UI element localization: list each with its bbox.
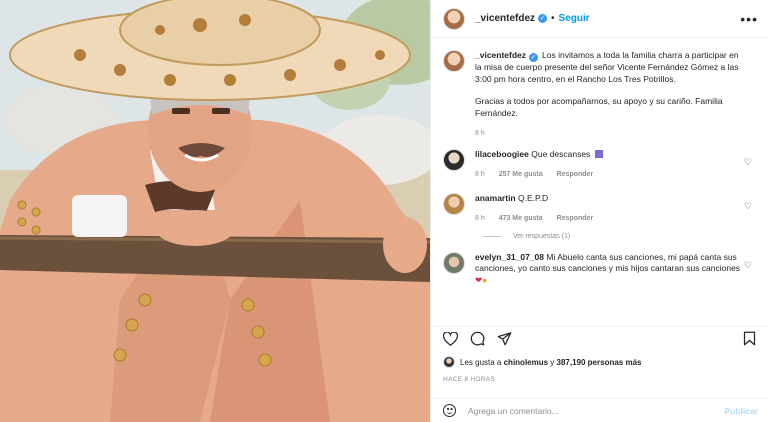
comment-like-icon[interactable]: ♡ (744, 157, 752, 168)
add-comment-bar: Agrega un comentario... Publicar (431, 398, 768, 422)
comment-item: evelyn_31_07_08 Mi Abuelo canta sus canc… (443, 251, 758, 287)
comment-item: anamartin Q.E.P.D 8 h 473 Me gusta Respo… (443, 192, 758, 225)
view-replies-label: Ver respuestas (1) (513, 232, 571, 240)
caption-text-2: Gracias a todos por acompañarnos, su apo… (475, 96, 723, 118)
caption-time[interactable]: 8 h (475, 130, 485, 137)
comment-avatar[interactable] (443, 148, 465, 171)
comment-avatar[interactable] (443, 192, 465, 215)
comment-like-icon[interactable]: ♡ (744, 201, 752, 212)
cross-emoji-icon (594, 149, 603, 158)
save-icon[interactable] (743, 331, 756, 346)
likes-summary[interactable]: Les gusta a chinolemus y 387,190 persona… (443, 356, 641, 368)
comment-likes[interactable]: 257 Me gusta (499, 171, 543, 178)
caption-text-block: _vicentefdez ✓ Los invitamos a toda la fam… (475, 50, 758, 140)
comments-list[interactable]: _vicentefdez ✓ Los invitamos a toda la fam… (443, 50, 758, 326)
verified-icon: ✓ (529, 53, 539, 62)
post-photo[interactable] (0, 0, 430, 422)
share-icon[interactable] (497, 331, 512, 346)
comment-text-block: lilaceboogiee Que descanses 8 h 257 Me g… (475, 149, 758, 181)
comment-username[interactable]: evelyn_31_07_08 (475, 252, 544, 262)
liker-username[interactable]: chinolemus (504, 358, 548, 367)
comment-time[interactable]: 8 h (475, 171, 485, 178)
caption: _vicentefdez ✓ Los invitamos a toda la fam… (443, 50, 758, 140)
reply-button[interactable]: Responder (557, 215, 594, 222)
author-username[interactable]: _vicentefdez (475, 13, 535, 24)
emoji-icon[interactable] (443, 404, 456, 417)
comment-text: Que descanses (531, 148, 591, 159)
comment-icon[interactable] (470, 331, 485, 346)
likes-connector: y (550, 357, 555, 367)
follow-button[interactable]: Seguir (559, 13, 590, 24)
comment-item: lilaceboogiee Que descanses 8 h 257 Me g… (443, 148, 758, 181)
comment-username[interactable]: anamartin (475, 193, 516, 203)
comment-avatar[interactable] (443, 251, 465, 274)
likes-prefix: Les gusta a (460, 357, 502, 367)
post-header: _vicentefdez ✓ • Seguir ••• (431, 0, 768, 38)
caption-meta: 8 h (475, 128, 742, 140)
post-timestamp[interactable]: HACE 8 HORAS (443, 376, 495, 383)
view-replies-button[interactable]: Ver respuestas (1) (483, 233, 758, 240)
liker-avatar[interactable] (443, 356, 455, 368)
post-sidebar: _vicentefdez ✓ • Seguir ••• _vicentefdez… (430, 0, 768, 422)
reply-button[interactable]: Responder (557, 171, 594, 178)
crying-emoji-icon: ● (482, 274, 488, 285)
likes-count[interactable]: 387,190 personas más (557, 358, 642, 367)
comment-input[interactable]: Agrega un comentario... (468, 406, 724, 416)
like-icon[interactable] (443, 331, 458, 346)
comment-text: Q.E.P.D (518, 192, 549, 203)
more-options-icon[interactable]: ••• (740, 12, 758, 26)
replies-divider (483, 235, 501, 237)
author-avatar[interactable] (443, 7, 465, 30)
photo-illustration (0, 0, 430, 422)
comment-username[interactable]: lilaceboogiee (475, 149, 529, 159)
publish-button[interactable]: Publicar (724, 406, 758, 416)
verified-icon: ✓ (538, 14, 548, 23)
separator-dot: • (551, 13, 555, 24)
comment-time[interactable]: 8 h (475, 215, 485, 222)
comment-like-icon[interactable]: ♡ (744, 260, 752, 271)
caption-username[interactable]: _vicentefdez (475, 50, 526, 60)
post-actions (431, 326, 768, 350)
comment-meta: 8 h 257 Me gusta Responder (475, 169, 742, 181)
caption-paragraph-1: _vicentefdez ✓ Los invitamos a toda la fam… (475, 50, 742, 85)
comment-text-block: evelyn_31_07_08 Mi Abuelo canta sus canc… (475, 252, 758, 287)
comment-meta: 8 h 473 Me gusta Responder (475, 213, 742, 225)
comment-text-block: anamartin Q.E.P.D 8 h 473 Me gusta Respo… (475, 193, 758, 225)
comment-likes[interactable]: 473 Me gusta (499, 215, 543, 222)
caption-avatar[interactable] (443, 50, 465, 72)
